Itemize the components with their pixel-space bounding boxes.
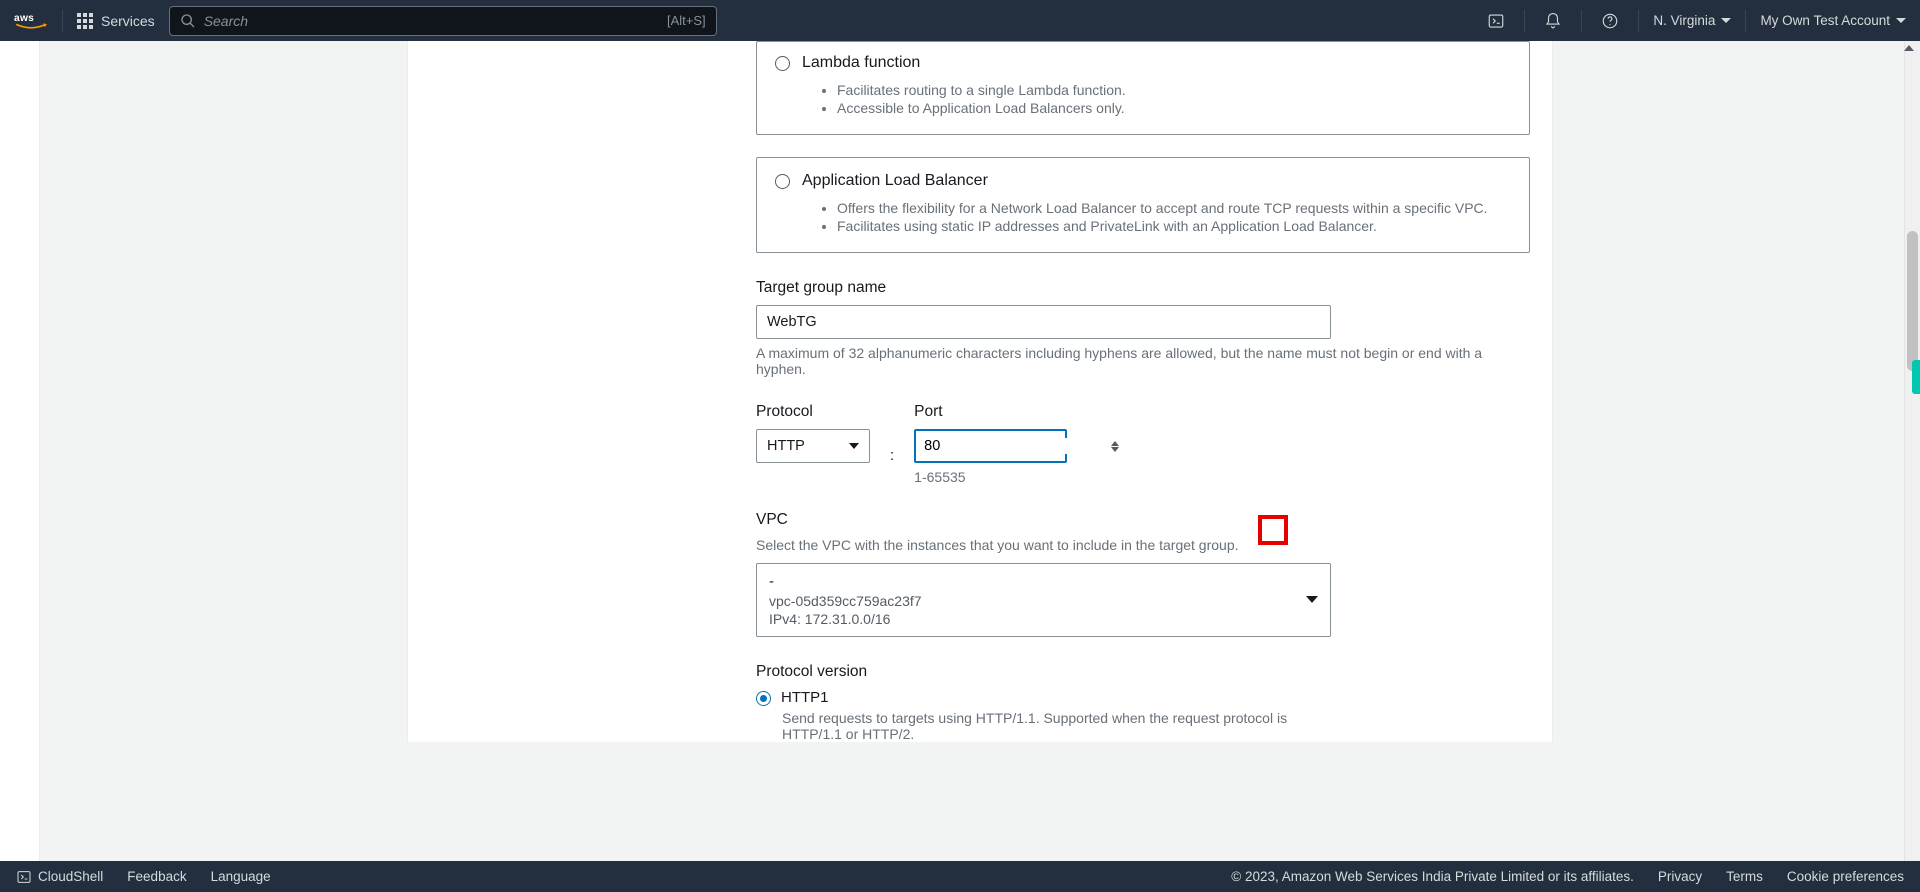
global-search[interactable]: [Alt+S]	[169, 6, 717, 36]
radio-lambda[interactable]	[775, 56, 790, 71]
privacy-link[interactable]: Privacy	[1658, 869, 1702, 884]
protocol-port-separator: :	[890, 425, 894, 464]
field-label: VPC	[756, 511, 1530, 529]
target-type-option-alb[interactable]: Application Load Balancer Offers the fle…	[756, 157, 1530, 253]
target-group-name-field: Target group name A maximum of 32 alphan…	[756, 279, 1530, 377]
target-type-option-lambda[interactable]: Lambda function Facilitates routing to a…	[756, 41, 1530, 135]
option-description: Offers the flexibility for a Network Loa…	[819, 200, 1511, 234]
step-up-icon[interactable]	[1111, 441, 1119, 446]
aws-top-nav: aws Services [Alt+S] N. Virginia My Own …	[0, 0, 1920, 41]
protocol-select[interactable]: HTTP	[756, 429, 870, 463]
radio-alb[interactable]	[775, 174, 790, 189]
port-input-wrapper[interactable]	[914, 429, 1067, 463]
form-panel: Lambda function Facilitates routing to a…	[407, 41, 1553, 742]
account-menu[interactable]: My Own Test Account	[1760, 13, 1906, 28]
divider	[1524, 10, 1525, 32]
services-label: Services	[101, 13, 155, 29]
grid-icon	[77, 13, 93, 29]
field-label: Target group name	[756, 279, 1530, 297]
protocol-port-row: Protocol HTTP : Port	[756, 403, 1530, 485]
language-link[interactable]: Language	[211, 869, 271, 884]
account-label: My Own Test Account	[1760, 13, 1890, 28]
protocol-version-field: Protocol version HTTP1 Send requests to …	[756, 663, 1530, 742]
step-down-icon[interactable]	[1111, 447, 1119, 452]
option-description: Facilitates routing to a single Lambda f…	[819, 82, 1511, 116]
search-input[interactable]	[204, 13, 659, 29]
field-label: Protocol	[756, 403, 870, 421]
scrollbar-thumb[interactable]	[1907, 231, 1918, 371]
vpc-select[interactable]: - vpc-05d359cc759ac23f7 IPv4: 172.31.0.0…	[756, 563, 1331, 637]
cloudshell-label: CloudShell	[38, 869, 103, 884]
divider	[1638, 10, 1639, 32]
protocol-field: Protocol HTTP	[756, 403, 870, 463]
copyright-text: © 2023, Amazon Web Services India Privat…	[1231, 869, 1634, 884]
region-selector[interactable]: N. Virginia	[1653, 13, 1731, 28]
field-label: Protocol version	[756, 663, 1530, 681]
aws-footer: CloudShell Feedback Language © 2023, Ama…	[0, 861, 1920, 892]
radio-http1[interactable]	[756, 691, 771, 706]
search-icon	[180, 13, 196, 29]
caret-down-icon	[1896, 18, 1906, 23]
svg-text:aws: aws	[14, 13, 34, 24]
protocol-version-http1-label: HTTP1	[781, 689, 829, 706]
vpc-selected-cidr: IPv4: 172.31.0.0/16	[769, 610, 922, 628]
region-label: N. Virginia	[1653, 13, 1715, 28]
port-input[interactable]	[924, 438, 1111, 454]
terms-link[interactable]: Terms	[1726, 869, 1763, 884]
search-shortcut-hint: [Alt+S]	[667, 13, 706, 28]
main-scroll-area[interactable]: Lambda function Facilitates routing to a…	[40, 41, 1920, 861]
divider	[1581, 10, 1582, 32]
field-label: Port	[914, 403, 1067, 421]
cookie-preferences-link[interactable]: Cookie preferences	[1787, 869, 1904, 884]
caret-down-icon	[1306, 596, 1318, 603]
divider	[1745, 10, 1746, 32]
caret-down-icon	[849, 443, 859, 449]
divider	[62, 10, 63, 32]
field-hint: Select the VPC with the instances that y…	[756, 537, 1530, 553]
protocol-version-http1-desc: Send requests to targets using HTTP/1.1.…	[782, 710, 1322, 742]
services-menu-button[interactable]: Services	[77, 13, 155, 29]
aws-logo[interactable]: aws	[14, 10, 48, 32]
scroll-up-icon[interactable]	[1904, 45, 1914, 51]
protocol-value: HTTP	[767, 438, 805, 454]
sidebar-toggle[interactable]	[0, 41, 40, 861]
option-title: Lambda function	[802, 54, 920, 72]
vpc-selected-name: -	[769, 572, 922, 592]
scrollbar-track[interactable]	[1904, 41, 1920, 861]
cloudshell-button[interactable]: CloudShell	[16, 869, 103, 885]
help-button[interactable]	[1596, 12, 1624, 30]
number-stepper[interactable]	[1111, 441, 1119, 452]
port-field: Port 1-65535	[914, 403, 1067, 485]
feedback-side-tab[interactable]	[1912, 360, 1920, 394]
feedback-link[interactable]: Feedback	[127, 869, 186, 884]
notifications-button[interactable]	[1539, 12, 1567, 30]
field-hint: 1-65535	[914, 469, 1067, 485]
vpc-selected-id: vpc-05d359cc759ac23f7	[769, 592, 922, 610]
hamburger-icon	[0, 55, 39, 861]
option-title: Application Load Balancer	[802, 172, 988, 190]
target-group-name-input[interactable]	[756, 305, 1331, 339]
cloudshell-icon-button[interactable]	[1482, 12, 1510, 30]
caret-down-icon	[1721, 18, 1731, 23]
vpc-field: VPC Select the VPC with the instances th…	[756, 511, 1530, 637]
field-hint: A maximum of 32 alphanumeric characters …	[756, 345, 1530, 377]
